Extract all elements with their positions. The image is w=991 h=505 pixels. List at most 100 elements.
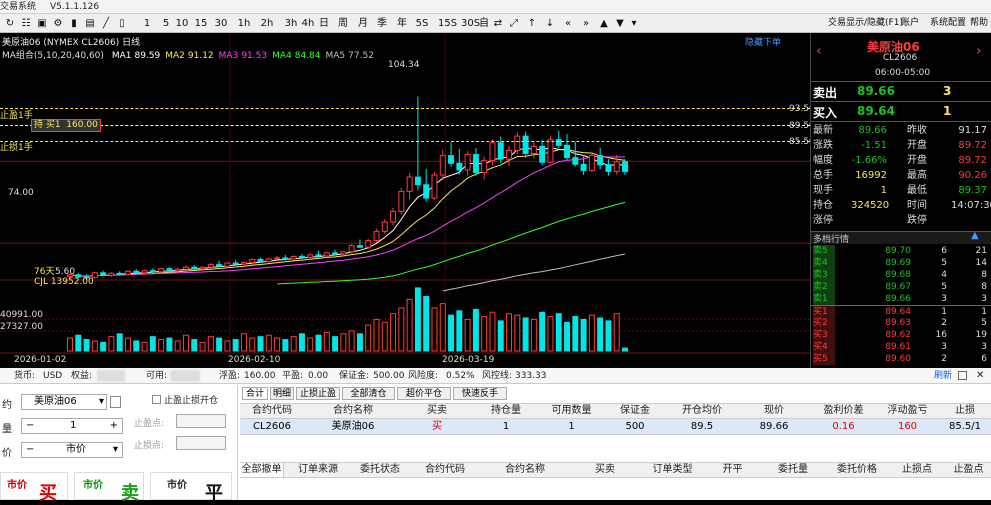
period-button-6[interactable]: 2h	[259, 16, 275, 31]
account-button[interactable]: 账户	[901, 16, 919, 31]
book-row[interactable]: 卖2 89.67 5 8	[811, 281, 991, 293]
kline-svg[interactable]	[0, 33, 810, 368]
col-header[interactable]: 开仓均价	[667, 404, 737, 418]
refresh-button[interactable]: 刷新	[934, 368, 952, 384]
bar-chart-icon[interactable]: ▮	[68, 16, 80, 31]
cancel-all-tab[interactable]: 全部撤单	[240, 463, 284, 477]
window-icon[interactable]: ▣	[36, 16, 48, 31]
tab-2[interactable]: 止损止盈	[296, 387, 340, 400]
buy-button[interactable]: 市价 买	[0, 472, 68, 504]
price-type-select[interactable]: − 市价 ▾	[21, 442, 123, 458]
book-row[interactable]: 卖4 89.69 5 14	[811, 257, 991, 269]
switch-icon[interactable]: ⇄	[492, 16, 504, 31]
book-row[interactable]: 买2 89.63 2 5	[811, 317, 991, 329]
period-button-17[interactable]: 自	[476, 16, 492, 31]
col-header[interactable]: 现价	[737, 404, 811, 418]
line-icon[interactable]: ╱	[100, 16, 112, 31]
zoom-out-icon[interactable]: ▼	[614, 16, 626, 31]
hide-order-button[interactable]: 隐藏下单	[745, 35, 781, 48]
arrow-down-icon[interactable]: ↓	[544, 16, 556, 31]
book-row[interactable]: 卖1 89.66 3 3	[811, 293, 991, 305]
col-header[interactable]: 止损	[939, 404, 991, 418]
tab-3[interactable]: 全部清仓	[342, 387, 395, 400]
period-button-15[interactable]: 15S	[438, 16, 457, 31]
period-button-2[interactable]: 10	[174, 16, 190, 31]
order-col-header[interactable]: 委托量	[760, 463, 826, 477]
tab-4[interactable]: 超价平仓	[397, 387, 451, 400]
period-button-4[interactable]: 30	[213, 16, 229, 31]
tp-sl-checkbox[interactable]	[152, 395, 161, 404]
contract-select[interactable]: 美原油06 ▾	[21, 394, 107, 410]
book-row[interactable]: 买5 89.60 2 6	[811, 353, 991, 365]
kline-chart[interactable]: 美原油06 (NYMEX CL2606) 日线 MA组合(5,10,20,40,…	[0, 33, 810, 368]
sl-input[interactable]	[176, 436, 226, 450]
period-button-8[interactable]: 4h	[300, 16, 316, 31]
order-col-header[interactable]: 委托状态	[350, 463, 410, 477]
period-button-9[interactable]: 日	[316, 16, 332, 31]
close-panel-icon[interactable]: ✕	[976, 368, 984, 384]
settings-icon[interactable]: ⚙	[52, 16, 64, 31]
book-row[interactable]: 卖5 89.70 6 21	[811, 245, 991, 257]
period-button-1[interactable]: 5	[158, 16, 174, 31]
period-button-3[interactable]: 15	[193, 16, 209, 31]
col-header[interactable]: 合约名称	[304, 404, 402, 418]
tab-5[interactable]: 快速反手	[453, 387, 507, 400]
arrow-up-icon[interactable]: ↑	[526, 16, 538, 31]
help-button[interactable]: 帮助	[970, 16, 988, 31]
buy-row[interactable]: 买入 89.64 1	[811, 101, 991, 121]
take-profit-label[interactable]: 止盈1手	[0, 108, 33, 121]
tab-0[interactable]: 合计	[242, 387, 268, 400]
book-row[interactable]: 卖3 89.68 4 8	[811, 269, 991, 281]
period-button-0[interactable]: 1	[139, 16, 155, 31]
period-button-7[interactable]: 3h	[283, 16, 299, 31]
arrow-right-icon[interactable]: »	[580, 16, 592, 31]
position-tag[interactable]: 持 买1 160.00	[31, 119, 101, 132]
period-button-11[interactable]: 月	[355, 16, 371, 31]
order-col-header[interactable]: 合约名称	[480, 463, 570, 477]
price-dropdown-icon[interactable]: ▾	[113, 443, 118, 457]
period-button-13[interactable]: 年	[394, 16, 410, 31]
tab-1[interactable]: 明细	[270, 387, 294, 400]
book-row[interactable]: 买4 89.61 3 3	[811, 341, 991, 353]
book-row[interactable]: 买1 89.64 1 1	[811, 305, 991, 318]
book-row[interactable]: 买3 89.62 16 19	[811, 329, 991, 341]
qty-plus-icon[interactable]: +	[110, 419, 118, 433]
price-minus-icon[interactable]: −	[26, 443, 34, 457]
order-col-header[interactable]: 订单来源	[286, 463, 350, 477]
qty-minus-icon[interactable]: −	[26, 419, 34, 433]
stop-loss-label[interactable]: 止损1手	[0, 140, 33, 153]
expand-icon[interactable]: ⤢	[508, 16, 520, 31]
sell-row[interactable]: 卖出 89.66 3	[811, 81, 991, 101]
order-col-header[interactable]: 止盈点	[946, 463, 991, 477]
book-expand-icon[interactable]: ▲	[971, 230, 979, 241]
order-col-header[interactable]: 合约代码	[410, 463, 480, 477]
col-header[interactable]: 买卖	[402, 404, 472, 418]
candle-icon[interactable]: ▯	[116, 16, 128, 31]
period-button-10[interactable]: 周	[335, 16, 351, 31]
order-col-header[interactable]: 止损点	[888, 463, 946, 477]
period-button-5[interactable]: 1h	[236, 16, 252, 31]
col-header[interactable]: 持仓量	[472, 404, 540, 418]
col-header[interactable]: 保证金	[603, 404, 667, 418]
next-contract-button[interactable]: ›	[976, 43, 982, 59]
col-header[interactable]: 盈利价差	[811, 404, 876, 418]
system-config-button[interactable]: 系统配置	[930, 16, 966, 31]
lock-icon[interactable]	[110, 396, 121, 408]
prev-contract-button[interactable]: ‹	[816, 43, 822, 59]
order-col-header[interactable]: 委托价格	[826, 463, 888, 477]
order-col-header[interactable]: 开平	[705, 463, 760, 477]
grid-icon[interactable]: ▤	[84, 16, 96, 31]
dropdown-icon[interactable]: ▾	[628, 16, 640, 31]
order-col-header[interactable]: 订单类型	[640, 463, 705, 477]
toggle-trade-button[interactable]: 交易显示/隐藏(F1)	[828, 16, 903, 31]
col-header[interactable]: 可用数量	[540, 404, 603, 418]
table-row[interactable]: CL2606 美原油06 买 1 1 500 89.5 89.66 0.16 160 85.5/1	[240, 419, 991, 435]
order-col-header[interactable]: 买卖	[570, 463, 640, 477]
tp-input[interactable]	[176, 414, 226, 428]
qty-stepper[interactable]: − 1 +	[21, 418, 123, 434]
period-button-16[interactable]: 30S	[461, 16, 480, 31]
period-button-14[interactable]: 5S	[414, 16, 430, 31]
refresh-icon[interactable]: ↻	[4, 16, 16, 31]
col-header[interactable]: 合约代码	[240, 404, 304, 418]
restore-icon[interactable]	[958, 371, 967, 380]
